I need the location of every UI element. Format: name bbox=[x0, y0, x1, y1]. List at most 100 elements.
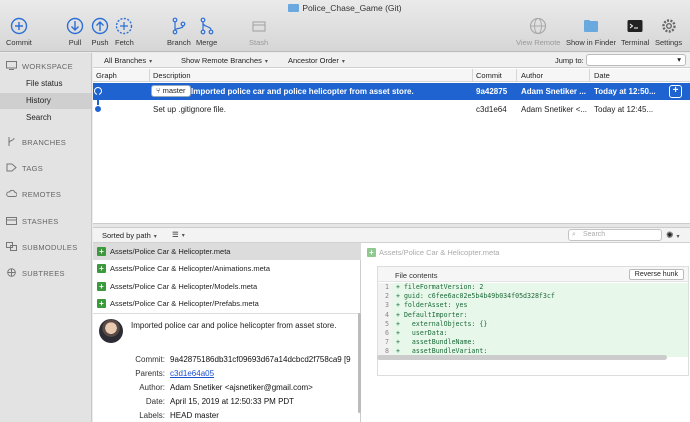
diff-line: 5 + externalObjects: {} bbox=[378, 319, 688, 329]
window-title: Police_Chase_Game (Git) bbox=[302, 3, 402, 13]
list-item[interactable]: + Assets/Police Car & Helicopter/Animatio… bbox=[93, 260, 361, 277]
search-input[interactable]: ⌕ Search bbox=[568, 229, 662, 241]
terminal-icon bbox=[627, 20, 643, 32]
branch-badge: ⑂ master bbox=[151, 85, 191, 97]
column-header-description[interactable]: Description bbox=[153, 71, 191, 80]
reverse-hunk-button[interactable]: Reverse hunk bbox=[628, 269, 684, 280]
commit-details: Imported police car and police helicopte… bbox=[93, 313, 361, 422]
sidebar-item-history[interactable]: History bbox=[0, 93, 91, 109]
column-header-author[interactable]: Author bbox=[521, 71, 543, 80]
terminal-button[interactable]: Terminal bbox=[621, 17, 649, 47]
view-remote-button[interactable]: View Remote bbox=[516, 17, 560, 47]
merge-button[interactable]: Merge bbox=[196, 17, 217, 47]
avatar bbox=[99, 319, 123, 343]
parent-commit-link[interactable]: c3d1e64a05 bbox=[170, 369, 360, 378]
diff-file-path: Assets/Police Car & Helicopter.meta bbox=[379, 248, 500, 257]
line-text: + guid: c6fee6ac02e5b4b49b034f05d328f3cf bbox=[396, 292, 555, 301]
settings-button[interactable]: Settings bbox=[655, 17, 682, 47]
order-dropdown[interactable]: Ancestor Order ▾ bbox=[288, 56, 345, 65]
column-divider[interactable] bbox=[149, 69, 150, 82]
branch-badge-label: master bbox=[162, 86, 186, 95]
line-number: 3 bbox=[378, 301, 392, 311]
subtree-icon bbox=[7, 268, 16, 277]
changed-files-list: + Assets/Police Car & Helicopter.meta + As… bbox=[93, 243, 361, 313]
added-file-icon: + bbox=[367, 248, 376, 257]
options-gear-dropdown[interactable]: ✺ ▾ bbox=[666, 230, 680, 241]
list-item[interactable]: + Assets/Police Car & Helicopter/Prefabs.… bbox=[93, 295, 361, 312]
details-toolbar: Sorted by path ▾ ☰ ▾ ⌕ Search ✺ ▾ bbox=[93, 228, 690, 243]
added-file-icon: + bbox=[97, 282, 106, 291]
diff-file-title: + Assets/Police Car & Helicopter.meta bbox=[367, 248, 499, 257]
sidebar-section-label: STASHES bbox=[22, 217, 59, 226]
line-text: + folderAsset: yes bbox=[396, 301, 468, 310]
chevron-down-icon: ▾ bbox=[153, 234, 157, 240]
pull-button[interactable]: Pull bbox=[66, 17, 84, 47]
push-button[interactable]: Push bbox=[91, 17, 109, 47]
added-file-icon: + bbox=[97, 247, 106, 256]
chevron-down-icon: ▾ bbox=[677, 55, 681, 64]
commit-description: Imported police car and police helicopte… bbox=[191, 87, 414, 96]
sidebar-item-search[interactable]: Search bbox=[0, 110, 91, 126]
commit-row[interactable]: Set up .gitignore file. c3d1e64 Adam Sne… bbox=[93, 101, 690, 118]
order-label: Ancestor Order bbox=[288, 56, 339, 65]
commit-row[interactable]: ⑂ master Imported police car and police … bbox=[93, 83, 690, 100]
list-icon: ☰ bbox=[172, 230, 179, 239]
sidebar-item-label: Search bbox=[26, 113, 52, 122]
sidebar-section-submodules[interactable]: SUBMODULES bbox=[6, 242, 78, 252]
column-divider[interactable] bbox=[516, 69, 517, 82]
sidebar-section-stashes[interactable]: STASHES bbox=[6, 216, 59, 226]
commit-icon bbox=[10, 17, 28, 35]
commit-message: Imported police car and police helicopte… bbox=[131, 321, 337, 330]
sidebar-section-remotes[interactable]: REMOTES bbox=[6, 189, 61, 199]
sidebar-section-tags[interactable]: TAGS bbox=[6, 163, 43, 173]
column-header-date[interactable]: Date bbox=[594, 71, 610, 80]
view-mode-dropdown[interactable]: ☰ ▾ bbox=[172, 230, 185, 239]
column-divider[interactable] bbox=[589, 69, 590, 82]
column-divider[interactable] bbox=[472, 69, 473, 82]
stash-icon bbox=[6, 217, 17, 225]
terminal-label: Terminal bbox=[621, 38, 650, 47]
stash-button[interactable]: Stash bbox=[249, 17, 268, 47]
hunk-header: File contents Reverse hunk bbox=[378, 267, 688, 282]
commit-hash: 9a42875 bbox=[476, 87, 508, 96]
show-in-finder-label: Show in Finder bbox=[566, 38, 617, 47]
file-path: Assets/Police Car & Helicopter.meta bbox=[110, 247, 231, 256]
line-number: 6 bbox=[378, 329, 392, 339]
diff-line: 4 + DefaultImporter: bbox=[378, 310, 688, 320]
commit-hash: c3d1e64 bbox=[476, 105, 507, 114]
history-filter-bar: All Branches ▾ Show Remote Branches ▾ Ance… bbox=[93, 53, 690, 68]
sidebar-item-label: History bbox=[26, 96, 51, 105]
branch-button[interactable]: Branch bbox=[167, 17, 191, 47]
sidebar-section-label: WORKSPACE bbox=[22, 62, 73, 71]
folder-icon bbox=[288, 4, 300, 12]
sidebar-section-subtrees[interactable]: SUBTREES bbox=[6, 268, 65, 278]
branches-filter-dropdown[interactable]: All Branches ▾ bbox=[104, 56, 152, 65]
line-text: + fileFormatVersion: 2 bbox=[396, 283, 484, 291]
hunk-title: File contents bbox=[395, 271, 438, 280]
commit-full-hash: 9a42875186db31cf09693d67a14dcbcd2f758ca9… bbox=[170, 355, 351, 364]
author-label: Author: bbox=[139, 383, 165, 392]
remote-branches-dropdown[interactable]: Show Remote Branches ▾ bbox=[181, 56, 268, 65]
diff-horizontal-scrollbar[interactable] bbox=[377, 355, 667, 360]
sidebar-section-branches[interactable]: BRANCHES bbox=[6, 137, 66, 147]
sort-dropdown[interactable]: Sorted by path ▾ bbox=[102, 231, 157, 240]
column-header-graph[interactable]: Graph bbox=[96, 71, 117, 80]
sidebar-section-label: TAGS bbox=[22, 164, 44, 173]
fetch-button[interactable]: Fetch bbox=[115, 17, 134, 47]
sidebar-item-file-status[interactable]: File status bbox=[0, 76, 91, 92]
commit-author: Adam Snetiker <... bbox=[521, 105, 587, 114]
column-header-commit[interactable]: Commit bbox=[476, 71, 502, 80]
sidebar-section-workspace[interactable]: WORKSPACE bbox=[6, 61, 73, 71]
show-in-finder-button[interactable]: Show in Finder bbox=[566, 17, 616, 47]
details-scrollbar[interactable] bbox=[358, 313, 361, 413]
chevron-down-icon: ▾ bbox=[181, 233, 185, 239]
search-icon: ⌕ bbox=[572, 231, 576, 238]
jump-to-dropdown[interactable]: ▾ bbox=[586, 54, 686, 66]
list-item[interactable]: + Assets/Police Car & Helicopter.meta bbox=[93, 243, 361, 260]
line-text: + assetBundleName: bbox=[396, 338, 476, 347]
file-path: Assets/Police Car & Helicopter/Prefabs.m… bbox=[110, 299, 259, 308]
commit-button[interactable]: Commit bbox=[6, 17, 32, 47]
line-number: 1 bbox=[378, 283, 392, 293]
expand-plus-icon[interactable]: + bbox=[669, 85, 682, 98]
list-item[interactable]: + Assets/Police Car & Helicopter/Models.m… bbox=[93, 278, 361, 295]
